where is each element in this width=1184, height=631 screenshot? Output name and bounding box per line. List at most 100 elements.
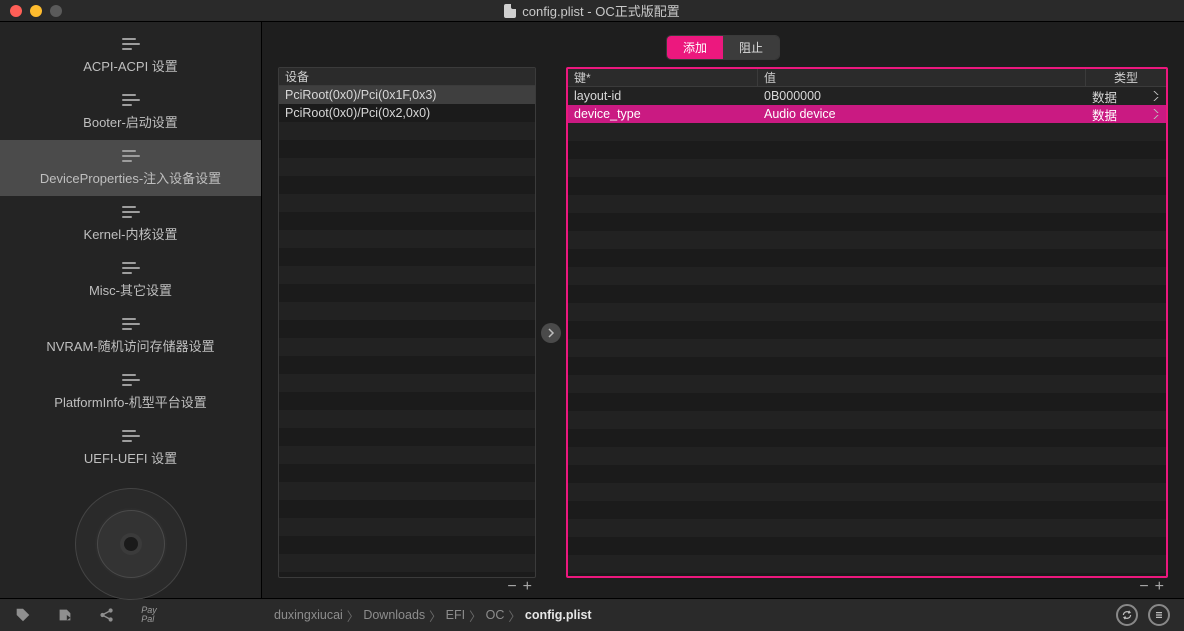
value-cell xyxy=(758,447,1086,465)
paypal-icon[interactable]: Pay Pal xyxy=(140,606,158,624)
sidebar-item-kernel[interactable]: Kernel-内核设置 xyxy=(0,196,261,252)
devices-remove-button[interactable]: − xyxy=(507,579,516,595)
properties-remove-button[interactable]: − xyxy=(1139,579,1148,595)
tab-block[interactable]: 阻止 xyxy=(723,36,779,59)
table-row xyxy=(568,231,1166,249)
value-cell xyxy=(758,357,1086,375)
table-row xyxy=(568,303,1166,321)
devices-add-button[interactable]: + xyxy=(523,579,532,595)
sync-button[interactable] xyxy=(1116,604,1138,626)
key-cell xyxy=(568,483,758,501)
key-cell xyxy=(568,447,758,465)
type-cell[interactable]: 数据 xyxy=(1086,105,1166,123)
type-cell xyxy=(1086,267,1166,285)
value-cell xyxy=(758,465,1086,483)
list-icon xyxy=(122,206,140,220)
chevron-right-icon: 〉 xyxy=(429,606,442,625)
table-row xyxy=(279,374,535,392)
key-cell xyxy=(568,429,758,447)
table-row xyxy=(279,338,535,356)
key-cell xyxy=(568,123,758,141)
jog-dial-icon[interactable] xyxy=(75,488,187,600)
sidebar-nav: ACPI-ACPI 设置 Booter-启动设置 DevicePropertie… xyxy=(0,22,261,476)
chevron-right-icon: 〉 xyxy=(469,606,482,625)
table-row[interactable]: PciRoot(0x0)/Pci(0x1F,0x3) xyxy=(279,86,535,104)
table-row xyxy=(568,537,1166,555)
table-row[interactable]: PciRoot(0x0)/Pci(0x2,0x0) xyxy=(279,104,535,122)
col-value[interactable]: 值 xyxy=(758,69,1086,86)
value-cell: 0B000000 xyxy=(758,87,1086,105)
type-cell xyxy=(1086,501,1166,519)
table-row xyxy=(568,447,1166,465)
zoom-window-button[interactable] xyxy=(50,5,62,17)
key-cell xyxy=(568,465,758,483)
table-row xyxy=(568,141,1166,159)
value-cell xyxy=(758,393,1086,411)
sidebar-item-booter[interactable]: Booter-启动设置 xyxy=(0,84,261,140)
sidebar-item-label: NVRAM-随机访问存储器设置 xyxy=(46,336,214,355)
document-icon xyxy=(504,4,516,18)
device-path-cell xyxy=(279,554,535,572)
table-row xyxy=(568,411,1166,429)
table-row[interactable]: layout-id0B000000数据 xyxy=(568,87,1166,105)
type-cell xyxy=(1086,159,1166,177)
table-row xyxy=(568,195,1166,213)
table-row xyxy=(279,356,535,374)
device-path-cell xyxy=(279,122,535,140)
share-icon[interactable] xyxy=(98,606,116,624)
value-cell xyxy=(758,285,1086,303)
device-path-cell xyxy=(279,374,535,392)
table-row xyxy=(279,536,535,554)
type-cell xyxy=(1086,357,1166,375)
sidebar-item-label: Booter-启动设置 xyxy=(83,112,178,131)
breadcrumb-item[interactable]: duxingxiucai xyxy=(274,608,343,622)
device-path-cell xyxy=(279,248,535,266)
device-path-cell xyxy=(279,158,535,176)
device-path-cell xyxy=(279,302,535,320)
sidebar-item-platforminfo[interactable]: PlatformInfo-机型平台设置 xyxy=(0,364,261,420)
breadcrumb-item[interactable]: EFI xyxy=(446,608,465,622)
devices-header[interactable]: 设备 xyxy=(279,68,535,85)
device-path-cell xyxy=(279,140,535,158)
col-type[interactable]: 类型 xyxy=(1086,69,1166,86)
chevron-right-icon: 〉 xyxy=(508,606,521,625)
device-path-cell xyxy=(279,356,535,374)
key-cell xyxy=(568,267,758,285)
chevron-right-icon: 〉 xyxy=(347,606,360,625)
table-row xyxy=(568,249,1166,267)
device-path-cell xyxy=(279,392,535,410)
table-row xyxy=(279,284,535,302)
tag-icon[interactable] xyxy=(14,606,32,624)
breadcrumb-item[interactable]: Downloads xyxy=(363,608,425,622)
value-cell xyxy=(758,321,1086,339)
breadcrumb-item[interactable]: OC xyxy=(486,608,505,622)
properties-add-button[interactable]: + xyxy=(1155,579,1164,595)
value-cell xyxy=(758,267,1086,285)
sidebar-item-deviceproperties[interactable]: DeviceProperties-注入设备设置 xyxy=(0,140,261,196)
sidebar-item-misc[interactable]: Misc-其它设置 xyxy=(0,252,261,308)
list-icon xyxy=(122,150,140,164)
table-row xyxy=(279,176,535,194)
device-path-cell xyxy=(279,536,535,554)
sidebar-item-uefi[interactable]: UEFI-UEFI 设置 xyxy=(0,420,261,476)
key-cell xyxy=(568,501,758,519)
sidebar-item-nvram[interactable]: NVRAM-随机访问存储器设置 xyxy=(0,308,261,364)
table-row xyxy=(279,320,535,338)
col-key[interactable]: 键* xyxy=(568,69,758,86)
table-row xyxy=(568,519,1166,537)
type-cell[interactable]: 数据 xyxy=(1086,87,1166,105)
export-icon[interactable] xyxy=(56,606,74,624)
sidebar-item-acpi[interactable]: ACPI-ACPI 设置 xyxy=(0,28,261,84)
type-cell xyxy=(1086,195,1166,213)
tab-add[interactable]: 添加 xyxy=(667,36,723,59)
pane-toggle-button[interactable] xyxy=(541,323,561,343)
close-window-button[interactable] xyxy=(10,5,22,17)
list-button[interactable] xyxy=(1148,604,1170,626)
list-icon xyxy=(122,374,140,388)
table-row[interactable]: device_typeAudio device数据 xyxy=(568,105,1166,123)
minimize-window-button[interactable] xyxy=(30,5,42,17)
value-cell xyxy=(758,195,1086,213)
list-icon xyxy=(122,262,140,276)
list-icon xyxy=(122,94,140,108)
breadcrumb-item[interactable]: config.plist xyxy=(525,608,592,622)
